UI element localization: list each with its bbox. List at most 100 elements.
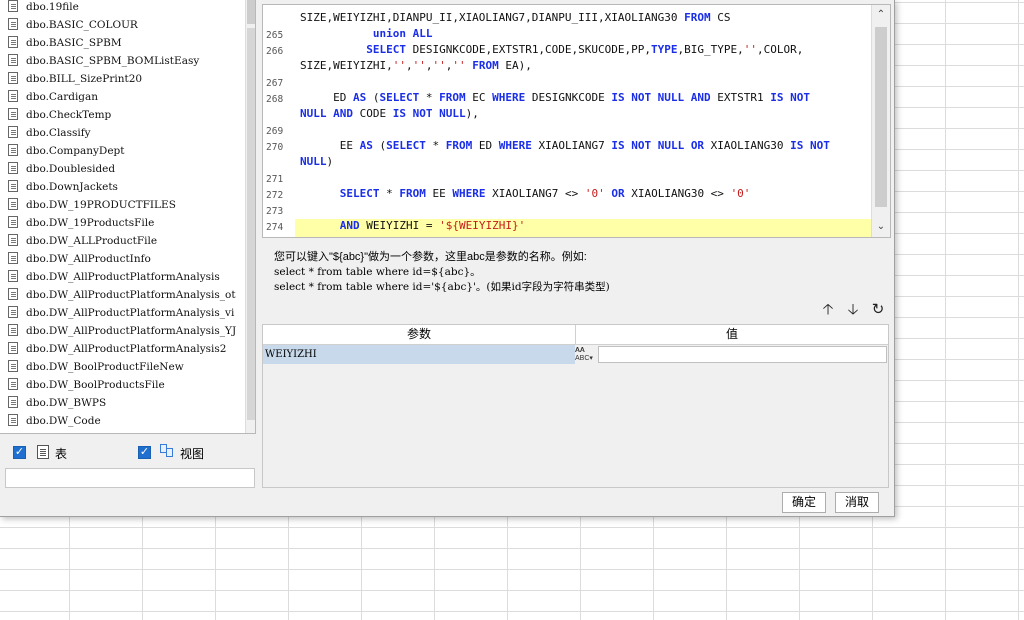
table-list-item[interactable]: dbo.DW_AllProductPlatformAnalysis_vi [8, 304, 245, 322]
editor-scrollbar-thumb[interactable] [875, 27, 887, 207]
parameter-table: 参数 值 WEIYIZHI 𝐀𝐀 ABC▾ [262, 324, 889, 488]
table-list-item-label: dbo.DW_BWPS [26, 397, 107, 409]
table-list-item-label: dbo.DW_AllProductPlatformAnalysis_ot [26, 289, 236, 301]
table-list-item-label: dbo.CompanyDept [26, 145, 125, 157]
table-list-item-label: dbo.DW_19PRODUCTFILES [26, 199, 176, 211]
table-list-item-label: dbo.BASIC_COLOUR [26, 19, 138, 31]
value-column-header: 值 [576, 325, 888, 345]
table-list-item-label: dbo.BILL_SizePrint20 [26, 73, 143, 85]
table-list-item[interactable]: dbo.DW_AllProductInfo [8, 250, 245, 268]
scrollbar-track[interactable] [247, 28, 255, 420]
table-file-icon [8, 234, 18, 246]
view-checkbox[interactable]: ✓ [138, 446, 151, 459]
table-file-icon [8, 360, 18, 372]
table-list-item[interactable]: dbo.DW_AllProductPlatformAnalysis_ot [8, 286, 245, 304]
table-list-item-label: dbo.DW_Code [26, 415, 101, 427]
code-line: SIZE,WEIYIZHI,'','','','' FROM EA), [300, 59, 532, 72]
line-number: 267 [266, 78, 284, 89]
table-list-item[interactable]: dbo.BASIC_SPBM_BOMListEasy [8, 52, 245, 70]
table-list-item-label: dbo.DW_ALLProductFile [26, 235, 158, 247]
table-file-icon [8, 306, 18, 318]
table-list-item-label: dbo.DW_19ProductsFile [26, 217, 155, 229]
table-icon [37, 445, 49, 459]
value-type-icon[interactable]: 𝐀𝐀 ABC▾ [575, 345, 597, 364]
editor-scrollbar[interactable]: ⌃ ⌄ [871, 5, 890, 237]
table-checkbox[interactable]: ✓ [13, 446, 26, 459]
table-file-icon [8, 288, 18, 300]
table-list-item-label: dbo.BASIC_SPBM_BOMListEasy [26, 55, 200, 67]
move-down-icon[interactable]: 🡣 [845, 302, 861, 318]
table-file-icon [8, 72, 18, 84]
table-list: dbo.19file dbo.BASIC_COLOUR dbo.BASIC_SPBM… [0, 0, 245, 433]
table-search-field[interactable] [5, 468, 255, 488]
move-up-icon[interactable]: 🡡 [820, 302, 836, 318]
table-list-scrollbar[interactable] [245, 0, 255, 433]
sql-editor[interactable]: 265 266 267 268 269 270 271 272 273 274 … [262, 4, 891, 238]
table-list-item[interactable]: dbo.DownJackets [8, 178, 245, 196]
table-list-item[interactable]: dbo.DW_Code [8, 412, 245, 430]
table-file-icon [8, 414, 18, 426]
cancel-button[interactable]: 消取 [835, 492, 879, 513]
table-file-icon [8, 126, 18, 138]
table-list-item[interactable]: dbo.DW_BoolProductFileNew [8, 358, 245, 376]
table-list-item[interactable]: dbo.DW_BoolProductsFile [8, 376, 245, 394]
table-file-icon [8, 252, 18, 264]
table-list-item-label: dbo.19file [26, 1, 79, 13]
table-file-icon [8, 396, 18, 408]
scroll-up-icon[interactable]: ⌃ [874, 8, 888, 22]
line-number: 274 [266, 222, 284, 233]
table-list-item[interactable]: dbo.DW_BWPS [8, 394, 245, 412]
table-list-item[interactable]: dbo.DW_ALLProductFile [8, 232, 245, 250]
line-number: 272 [266, 190, 284, 201]
table-list-item-label: dbo.DownJackets [26, 181, 118, 193]
table-list-item-label: dbo.DW_BoolProductFileNew [26, 361, 184, 373]
table-file-icon [8, 18, 18, 30]
table-file-icon [8, 180, 18, 192]
line-number: 270 [266, 142, 284, 153]
table-list-item[interactable]: dbo.DW_AllProductPlatformAnalysis [8, 268, 245, 286]
scrollbar-thumb[interactable] [247, 0, 255, 24]
line-number: 271 [266, 174, 284, 185]
table-file-icon [8, 90, 18, 102]
line-number: 265 [266, 30, 284, 41]
param-value-input[interactable] [598, 346, 887, 363]
table-list-item[interactable]: dbo.BILL_SizePrint20 [8, 70, 245, 88]
table-file-icon [8, 342, 18, 354]
table-list-item[interactable]: dbo.CompanyDept [8, 142, 245, 160]
filter-bar: ✓ 表 ✓ 视图 [5, 440, 255, 468]
table-list-item[interactable]: dbo.Cardigan [8, 88, 245, 106]
table-file-icon [8, 162, 18, 174]
table-list-item[interactable]: dbo.Doublesided [8, 160, 245, 178]
scroll-down-icon[interactable]: ⌄ [874, 220, 888, 234]
param-name-cell[interactable]: WEIYIZHI [263, 345, 575, 364]
table-list-item[interactable]: dbo.CheckTemp [8, 106, 245, 124]
view-icon [160, 444, 176, 458]
table-list-item[interactable]: dbo.DW_AllProductPlatformAnalysis2 [8, 340, 245, 358]
param-column-header: 参数 [263, 325, 576, 345]
code-line: union ALL [372, 27, 433, 40]
param-hint-line1: 您可以键入"${abc}"做为一个参数，这里abc是参数的名称。例如: [274, 251, 587, 263]
table-file-icon [8, 198, 18, 210]
table-list-item-label: dbo.DW_AllProductPlatformAnalysis [26, 271, 220, 283]
table-list-item-label: dbo.CheckTemp [26, 109, 112, 121]
table-filter-label: 表 [55, 447, 68, 461]
table-file-icon [8, 378, 18, 390]
refresh-icon[interactable]: ↻ [870, 302, 886, 318]
ok-button[interactable]: 确定 [782, 492, 826, 513]
table-list-item[interactable]: dbo.Classify [8, 124, 245, 142]
table-list-item-label: dbo.Cardigan [26, 91, 99, 103]
table-file-icon [8, 108, 18, 120]
table-list-item[interactable]: dbo.BASIC_COLOUR [8, 16, 245, 34]
table-list-item[interactable]: dbo.DW_AllProductPlatformAnalysis_YJ [8, 322, 245, 340]
code-line: NULL) [300, 155, 334, 168]
line-number: 268 [266, 94, 284, 105]
table-list-item[interactable]: dbo.DW_19PRODUCTFILES [8, 196, 245, 214]
table-file-icon [8, 324, 18, 336]
line-number: 269 [266, 126, 284, 137]
table-list-item[interactable]: dbo.19file [8, 0, 245, 16]
code-line: SELECT DESIGNKCODE,EXTSTR1,CODE,SKUCODE,… [366, 43, 804, 56]
table-list-item[interactable]: dbo.DW_19ProductsFile [8, 214, 245, 232]
table-list-item[interactable]: dbo.BASIC_SPBM [8, 34, 245, 52]
table-list-panel: dbo.19file dbo.BASIC_COLOUR dbo.BASIC_SPBM… [0, 0, 256, 434]
table-list-item-label: dbo.DW_AllProductPlatformAnalysis_vi [26, 307, 235, 319]
